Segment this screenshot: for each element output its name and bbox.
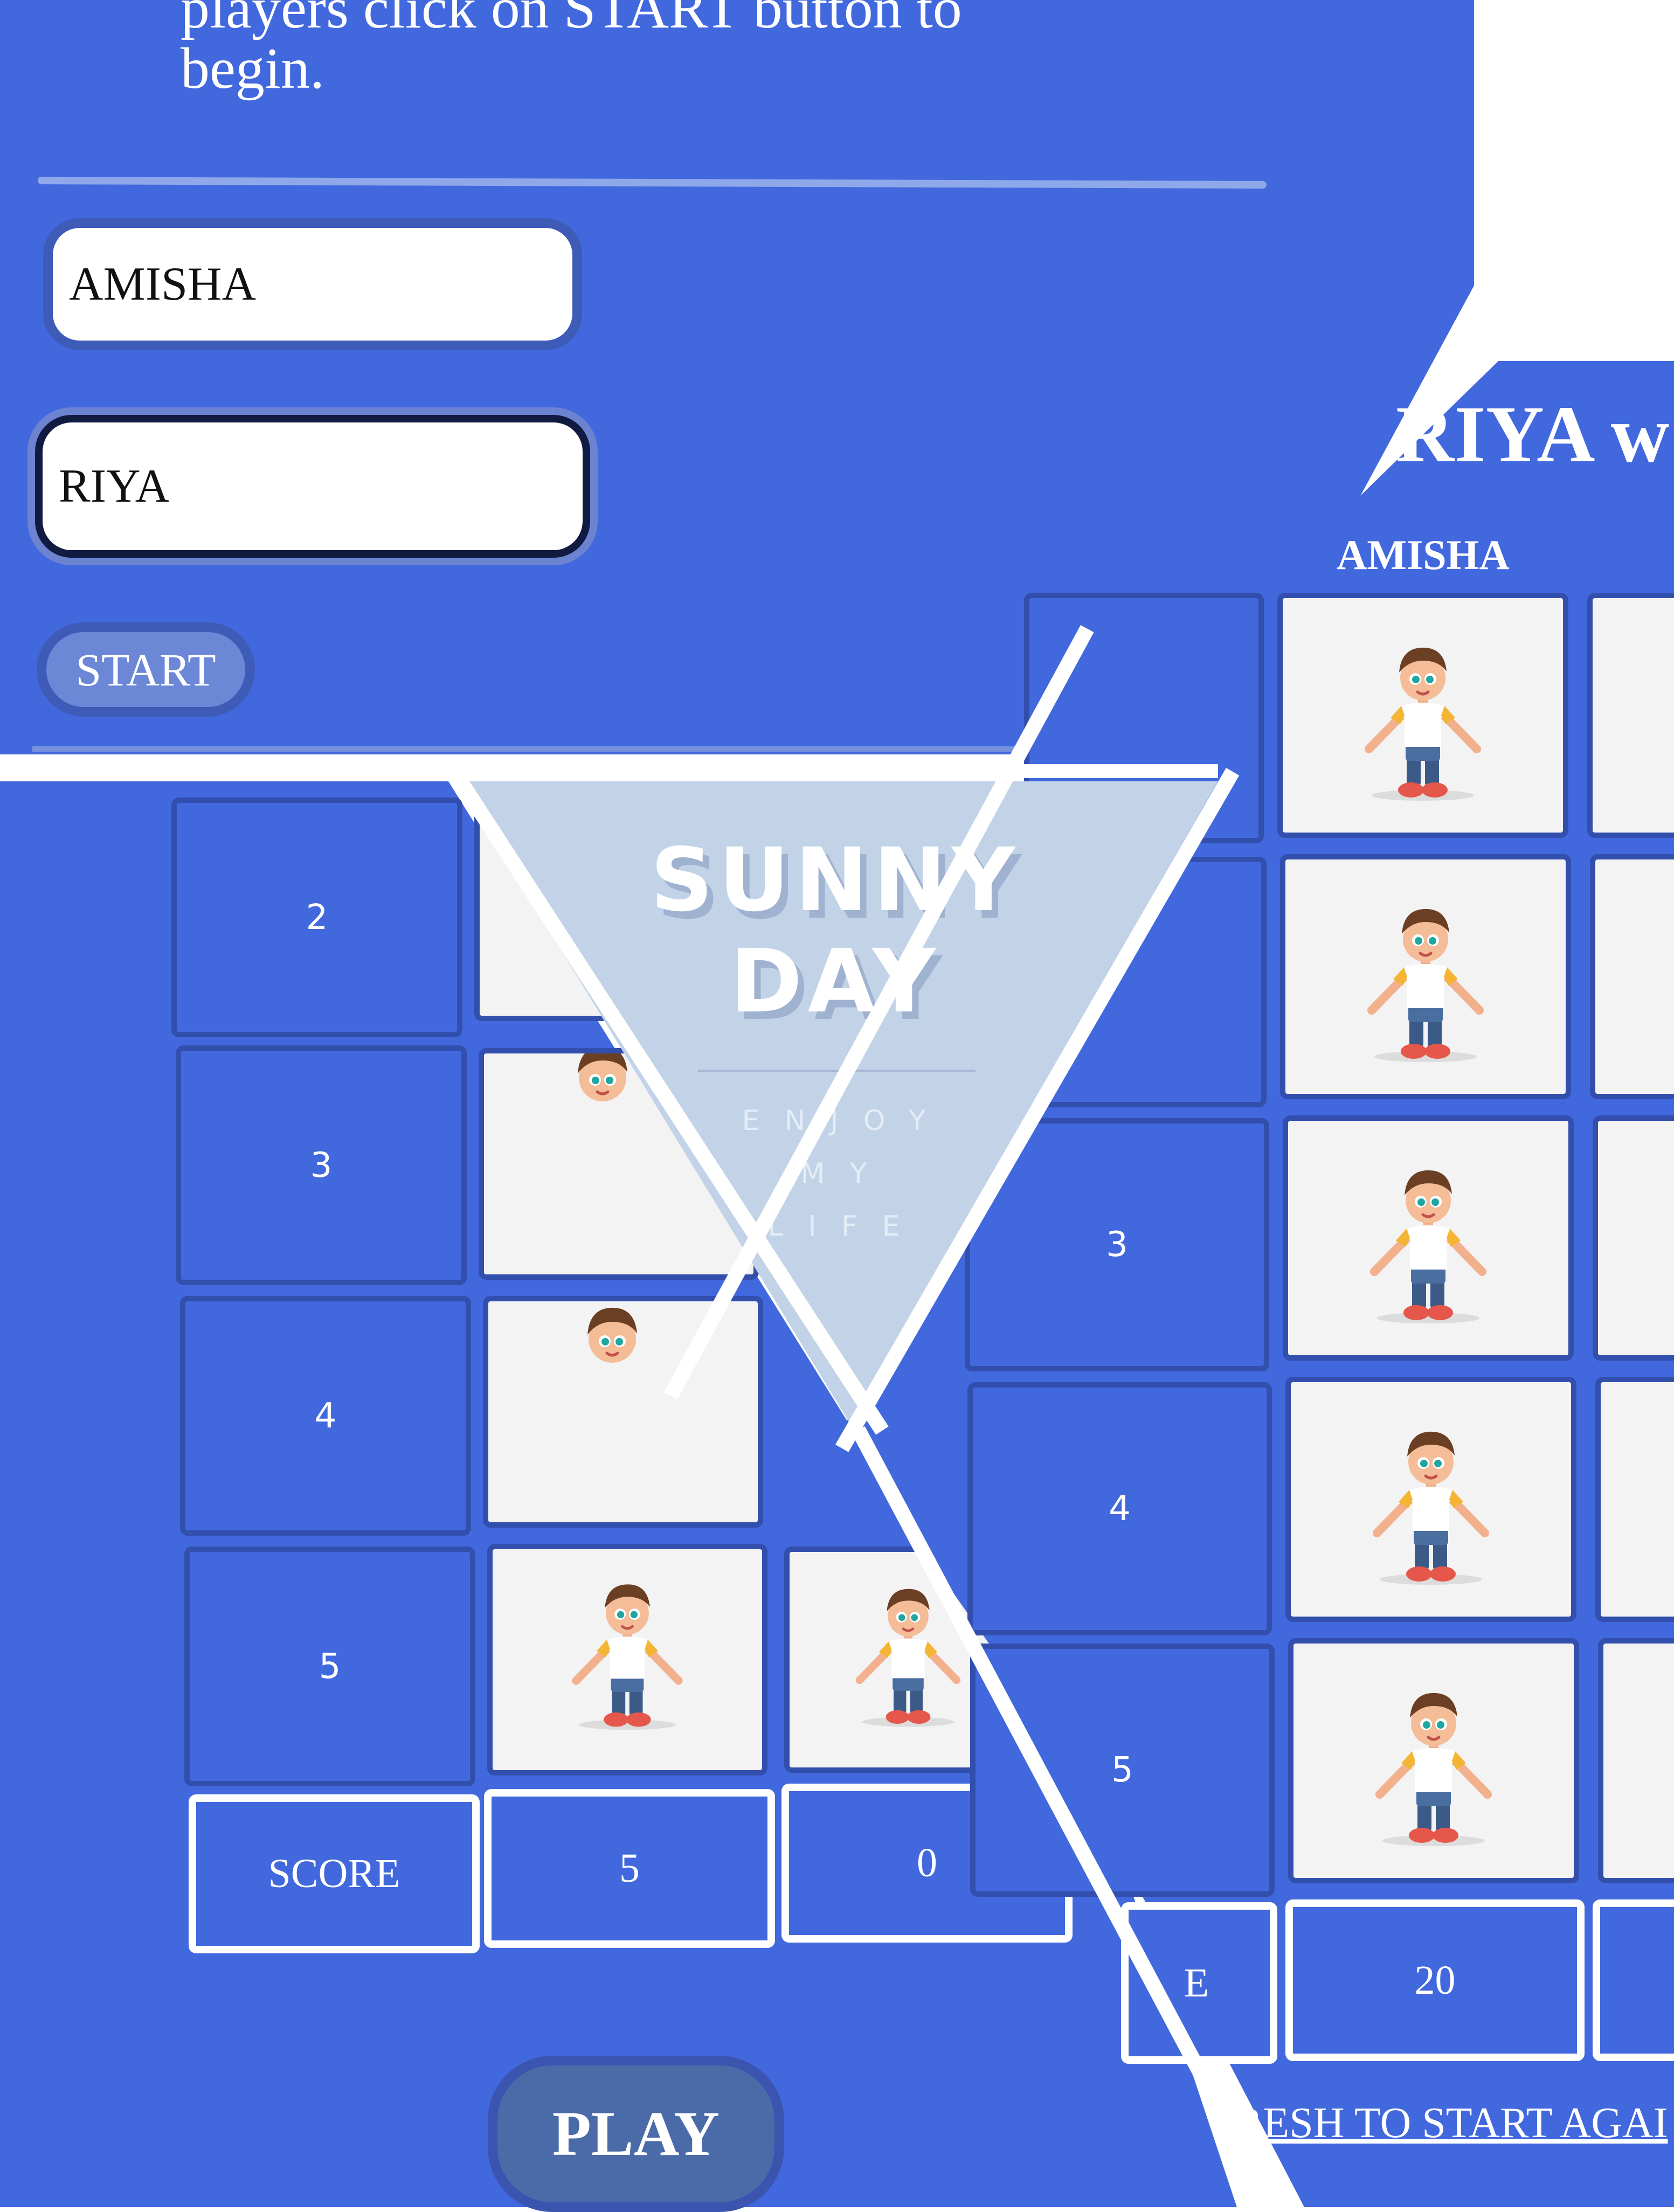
score-label-cell: SCORE bbox=[189, 1794, 480, 1953]
player2-score: 0 bbox=[917, 1840, 937, 1885]
winner-heading: RIYA w bbox=[1396, 390, 1670, 479]
refresh-to-start-again-link[interactable]: RESH TO START AGAI bbox=[1234, 2099, 1668, 2148]
character-icon bbox=[1285, 859, 1566, 1094]
character-tile bbox=[1595, 1377, 1674, 1622]
player2-score-cell bbox=[1593, 1899, 1674, 2061]
character-tile bbox=[1598, 1638, 1674, 1883]
character-tile bbox=[1587, 593, 1674, 838]
instructions-line-1: players click on START button to bbox=[181, 0, 962, 40]
instructions-line-2: begin. bbox=[181, 37, 324, 101]
character-icon bbox=[493, 1549, 762, 1770]
player1-name-input[interactable] bbox=[43, 218, 582, 350]
player1-score: 5 bbox=[619, 1846, 640, 1891]
row-number: 2 bbox=[306, 897, 328, 938]
score-label: E bbox=[1184, 1960, 1209, 2006]
row-number: 5 bbox=[1111, 1750, 1133, 1790]
character-icon bbox=[1288, 1121, 1568, 1355]
start-button[interactable]: START bbox=[37, 622, 255, 717]
character-tile bbox=[1593, 1115, 1674, 1361]
player1-column-header: AMISHA bbox=[1337, 531, 1510, 578]
character-tile bbox=[483, 1296, 763, 1528]
row-number: 4 bbox=[1109, 1489, 1131, 1529]
row-number: 5 bbox=[319, 1646, 341, 1687]
player1-score-cell: 5 bbox=[484, 1789, 775, 1948]
character-tile bbox=[1280, 854, 1571, 1099]
banner-divider bbox=[698, 1070, 976, 1072]
row-number-cell: 3 bbox=[176, 1045, 467, 1285]
player2-name-input[interactable] bbox=[35, 415, 590, 558]
character-tile bbox=[1283, 1115, 1574, 1361]
play-button[interactable]: PLAY bbox=[488, 2056, 784, 2212]
row-number: 4 bbox=[314, 1396, 337, 1436]
row-number-cell: 5 bbox=[970, 1644, 1275, 1897]
banner-title: SUNNY DAY bbox=[609, 830, 1062, 1032]
row-number: 3 bbox=[1106, 1225, 1128, 1265]
collage-separator bbox=[0, 764, 1218, 778]
row-number-cell: 4 bbox=[180, 1296, 471, 1536]
row-number: 3 bbox=[310, 1145, 333, 1185]
player1-score-cell: 20 bbox=[1285, 1899, 1585, 2061]
character-icon bbox=[1283, 598, 1563, 833]
instructions-text: players click on START button to begin. bbox=[181, 0, 1258, 99]
character-tile bbox=[1285, 1377, 1576, 1622]
score-label: SCORE bbox=[268, 1851, 400, 1896]
row-number-cell: 5 bbox=[184, 1547, 475, 1786]
character-head-icon bbox=[488, 1301, 758, 1522]
character-tile bbox=[487, 1544, 767, 1776]
character-tile bbox=[1590, 854, 1674, 1099]
character-icon bbox=[1293, 1644, 1574, 1878]
character-tile bbox=[1277, 593, 1568, 838]
banner-subtitle-line: ENJOY bbox=[742, 1105, 951, 1137]
player1-score: 20 bbox=[1414, 1957, 1456, 2003]
banner-title-line-1: SUNNY bbox=[650, 830, 1021, 931]
row-number-cell: 2 bbox=[171, 798, 462, 1037]
character-icon bbox=[1291, 1382, 1571, 1617]
row-number-cell: 4 bbox=[967, 1382, 1272, 1635]
banner-title-line-2: DAY bbox=[730, 931, 941, 1032]
character-tile bbox=[1288, 1638, 1579, 1883]
